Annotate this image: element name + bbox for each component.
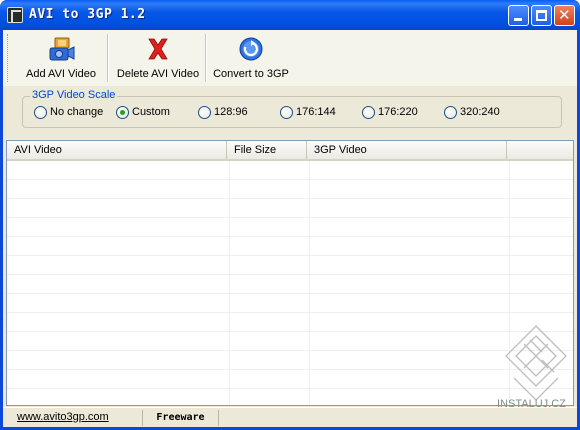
window-title: AVI to 3GP 1.2: [29, 7, 146, 22]
list-row: [7, 237, 573, 256]
list-row: [7, 256, 573, 275]
delete-avi-video-button[interactable]: Delete AVI Video: [113, 32, 203, 84]
close-icon: ✕: [558, 6, 571, 24]
radio-label: Custom: [132, 106, 170, 118]
radio-indicator: [116, 106, 129, 119]
convert-icon: [239, 37, 263, 61]
add-avi-video-label: Add AVI Video: [26, 68, 96, 80]
list-row: [7, 313, 573, 332]
add-avi-video-button[interactable]: Add AVI Video: [21, 32, 101, 84]
window-border-left: [0, 30, 3, 430]
radio-label: 176:144: [296, 106, 336, 118]
app-icon[interactable]: [7, 7, 23, 23]
list-row: [7, 180, 573, 199]
convert-to-3gp-label: Convert to 3GP: [213, 68, 289, 80]
status-bar: www.avito3gp.com Freeware: [3, 407, 577, 427]
list-row: [7, 199, 573, 218]
radio-indicator: [444, 106, 457, 119]
radio-indicator: [280, 106, 293, 119]
status-panel-website: www.avito3gp.com: [7, 410, 143, 426]
toolbar-separator: [205, 34, 207, 82]
list-row: [7, 351, 573, 370]
list-row: [7, 332, 573, 351]
delete-avi-video-label: Delete AVI Video: [116, 68, 200, 80]
toolbar: Add AVI Video Delete AVI Video Convert t…: [3, 30, 577, 86]
client-area: Add AVI Video Delete AVI Video Convert t…: [3, 30, 577, 427]
add-video-icon: [49, 37, 75, 61]
minimize-button[interactable]: [508, 5, 529, 26]
column-header-file-size[interactable]: File Size: [227, 141, 307, 159]
maximize-button[interactable]: [531, 5, 552, 26]
radio-label: 128:96: [214, 106, 248, 118]
watermark-text: INSTALUJ.CZ: [497, 398, 566, 410]
toolbar-grip[interactable]: [7, 34, 10, 82]
radio-label: 176:220: [378, 106, 418, 118]
app-window: AVI to 3GP 1.2 ✕ Add AVI Video Delete AV…: [0, 0, 580, 430]
close-button[interactable]: ✕: [554, 5, 575, 26]
list-row: [7, 218, 573, 237]
website-link[interactable]: www.avito3gp.com: [17, 411, 109, 423]
delete-icon: [148, 38, 168, 60]
license-text: Freeware: [156, 412, 205, 423]
toolbar-separator: [107, 34, 109, 82]
column-header-avi-video[interactable]: AVI Video: [7, 141, 227, 159]
list-header: AVI Video File Size 3GP Video: [7, 141, 573, 161]
radio-label: 320:240: [460, 106, 500, 118]
radio-label: No change: [50, 106, 104, 118]
column-header-3gp-video[interactable]: 3GP Video: [307, 141, 507, 159]
video-scale-group: 3GP Video Scale No change Custom 128:96 …: [22, 89, 562, 128]
video-scale-title: 3GP Video Scale: [30, 89, 118, 101]
list-row: [7, 370, 573, 389]
convert-to-3gp-button[interactable]: Convert to 3GP: [210, 32, 292, 84]
radio-indicator: [362, 106, 375, 119]
list-row: [7, 275, 573, 294]
list-row: [7, 161, 573, 180]
radio-indicator: [34, 106, 47, 119]
radio-indicator: [198, 106, 211, 119]
maximize-icon: [536, 10, 547, 21]
list-row: [7, 294, 573, 313]
title-bar[interactable]: AVI to 3GP 1.2 ✕: [0, 0, 580, 30]
minimize-icon: [514, 18, 522, 21]
video-list[interactable]: AVI Video File Size 3GP Video: [6, 140, 574, 406]
status-panel-license: Freeware: [143, 410, 219, 426]
